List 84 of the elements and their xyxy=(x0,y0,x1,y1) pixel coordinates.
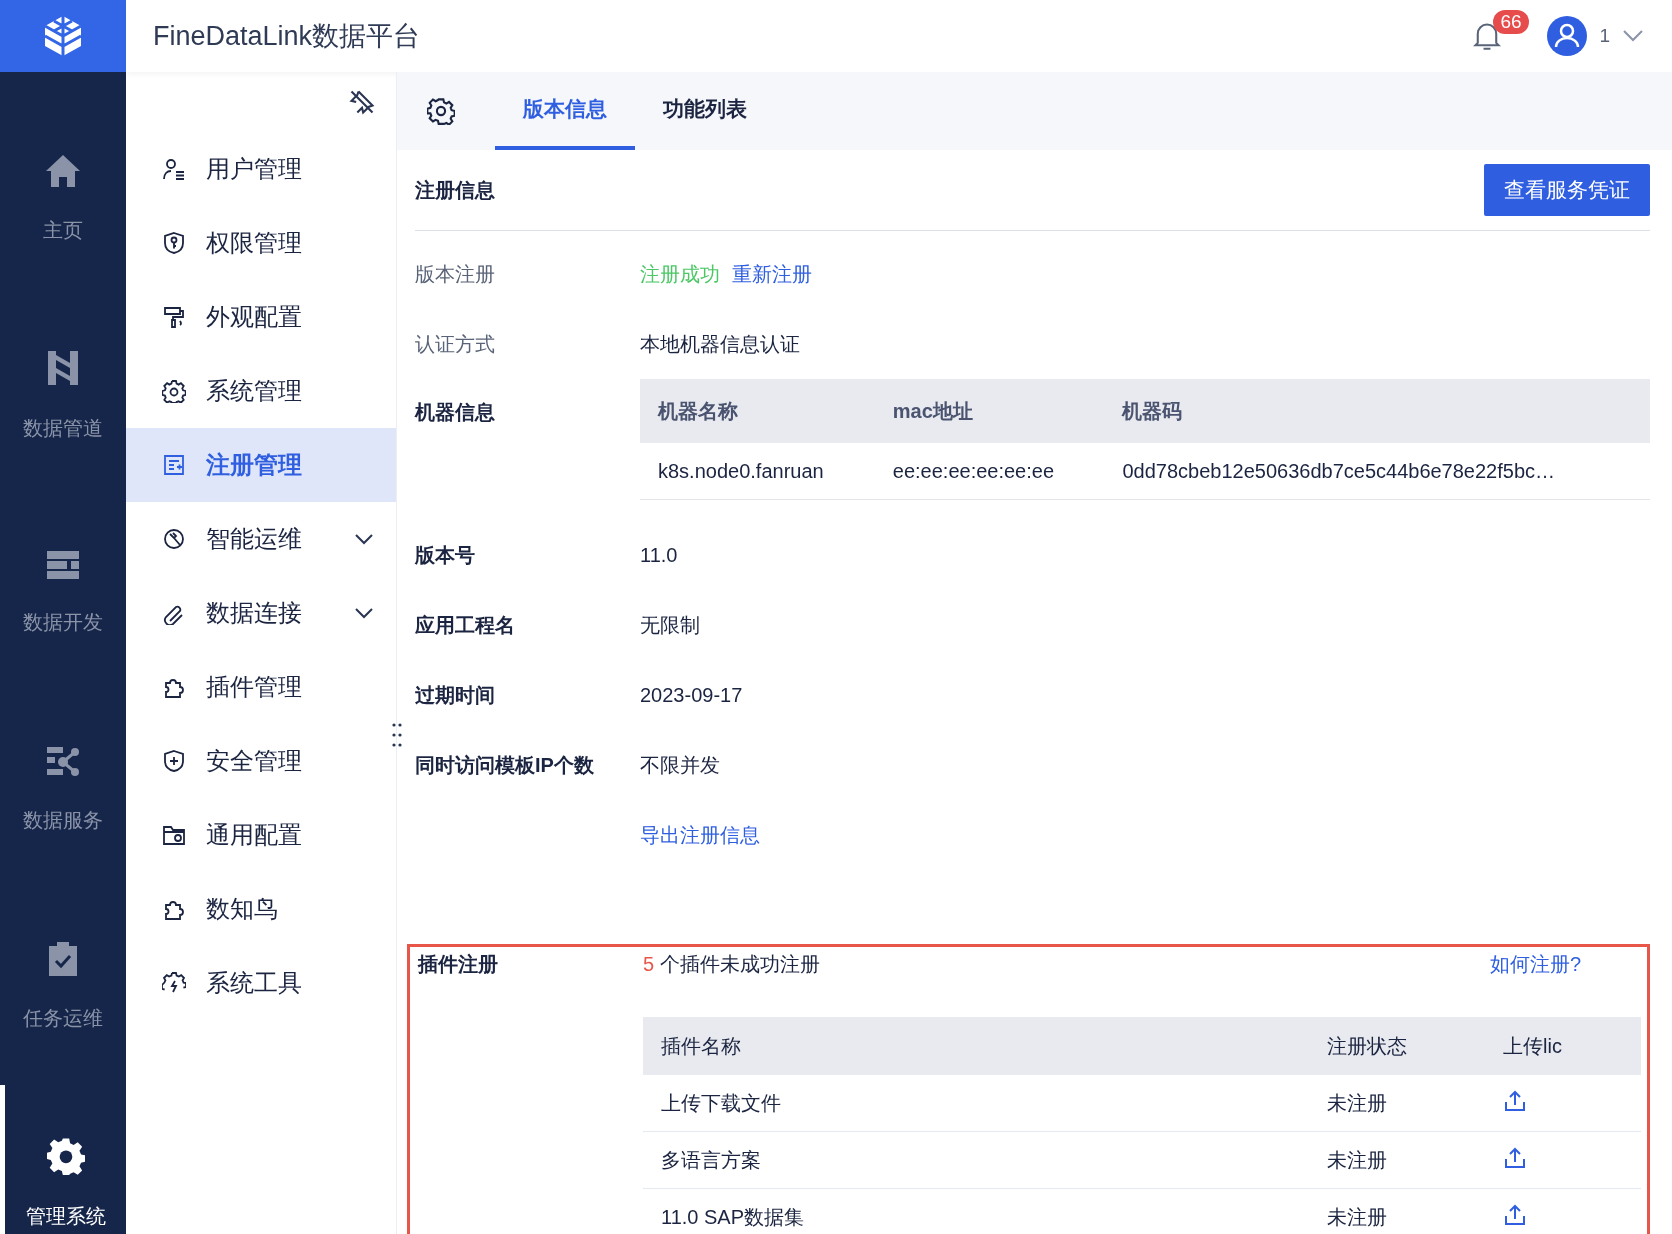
field-label: 认证方式 xyxy=(415,331,496,357)
field-value: 本地机器信息认证 xyxy=(640,331,800,357)
re-register-link[interactable]: 重新注册 xyxy=(732,260,812,288)
sidebar-item[interactable]: 注册管理 xyxy=(126,428,396,502)
nav-rail-item[interactable]: 数据服务 xyxy=(0,691,126,888)
table-cell: 未注册 xyxy=(1309,1188,1485,1234)
nav-rail-item[interactable]: 数据管道 xyxy=(0,297,126,494)
shield-plus-icon xyxy=(162,749,186,773)
nav-rail-item[interactable]: 数据开发 xyxy=(0,494,126,691)
drag-handle-icon[interactable] xyxy=(392,722,402,748)
sidebar-item[interactable]: 系统工具 xyxy=(126,946,396,1020)
nav-rail-item[interactable]: 任务运维 xyxy=(0,888,126,1085)
clipboard-check-icon xyxy=(47,941,79,977)
plugin-summary: 5 个插件未成功注册 xyxy=(643,952,821,977)
form-icon xyxy=(162,453,186,477)
column-header: mac地址 xyxy=(874,379,1105,443)
sidebar-item[interactable]: 智能运维 xyxy=(126,502,396,576)
wrench-icon xyxy=(162,527,186,551)
table-cell: k8s.node0.fanruan xyxy=(640,443,875,500)
field-label: 机器信息 xyxy=(415,400,496,425)
field-label: 插件注册 xyxy=(418,952,499,977)
settings-icon xyxy=(162,379,186,403)
network-icon xyxy=(45,745,81,779)
sidebar-item[interactable]: 插件管理 xyxy=(126,650,396,724)
gear-bolt-icon xyxy=(162,971,186,995)
field-value: 2023-09-17 xyxy=(640,683,743,707)
field-label: 应用工程名 xyxy=(415,612,516,638)
help-link[interactable]: 如何注册? xyxy=(1489,951,1581,978)
view-certificate-button[interactable]: 查看服务凭证 xyxy=(1484,164,1650,216)
settings-icon xyxy=(46,1137,85,1175)
tab[interactable]: 版本信息 xyxy=(495,72,635,150)
tab[interactable]: 功能列表 xyxy=(635,72,775,150)
notification-badge: 66 xyxy=(1493,10,1529,34)
home-icon xyxy=(44,153,82,189)
user-list-icon xyxy=(162,157,186,181)
chevron-down-icon[interactable] xyxy=(354,533,374,545)
table-cell: 未注册 xyxy=(1309,1075,1485,1132)
export-link[interactable]: 导出注册信息 xyxy=(640,821,760,849)
server-icon xyxy=(45,549,81,581)
upload-icon[interactable] xyxy=(1503,1202,1527,1227)
column-header: 插件名称 xyxy=(643,1017,1309,1075)
nav-rail-item[interactable]: 主页 xyxy=(0,100,126,297)
column-header: 机器码 xyxy=(1104,379,1650,443)
table-cell: 11.0 SAP数据集 xyxy=(643,1188,1309,1234)
sidebar-item[interactable]: 数据连接 xyxy=(126,576,396,650)
section-title: 注册信息 xyxy=(415,177,495,203)
table-cell: 多语言方案 xyxy=(643,1131,1309,1189)
paint-roller-icon xyxy=(162,305,186,329)
avatar-icon[interactable] xyxy=(1547,16,1588,56)
shield-key-icon xyxy=(162,231,186,255)
column-header: 注册状态 xyxy=(1309,1017,1485,1075)
folder-gear-icon xyxy=(162,823,186,847)
field-label: 过期时间 xyxy=(415,682,496,708)
sidebar-item[interactable]: 安全管理 xyxy=(126,724,396,798)
settings-icon[interactable] xyxy=(427,97,455,125)
table-cell: 未注册 xyxy=(1309,1131,1485,1189)
table-cell: ee:ee:ee:ee:ee:ee xyxy=(874,443,1105,500)
pipeline-icon xyxy=(46,349,80,387)
field-label: 版本号 xyxy=(415,542,476,568)
table-cell: 0dd78cbeb12e50636db7ce5c44b6e78e22f5bc… xyxy=(1104,443,1650,500)
nav-rail-item[interactable]: 管理系统 xyxy=(0,1085,126,1234)
app-title: FineDataLink数据平台 xyxy=(153,20,422,53)
field-value: 无限制 xyxy=(640,612,700,638)
chevron-down-icon[interactable] xyxy=(354,607,374,619)
sidebar-item[interactable]: 用户管理 xyxy=(126,132,396,206)
status-text: 注册成功 xyxy=(640,261,720,287)
field-label: 同时访问模板IP个数 xyxy=(415,752,595,778)
sidebar-item[interactable]: 系统管理 xyxy=(126,354,396,428)
bell-icon[interactable] xyxy=(1473,21,1502,51)
sidebar-item[interactable]: 外观配置 xyxy=(126,280,396,354)
sidebar-item[interactable]: 数知鸟 xyxy=(126,872,396,946)
field-value: 11.0 xyxy=(640,543,678,567)
column-header: 上传lic xyxy=(1485,1017,1641,1075)
field-value: 不限并发 xyxy=(640,752,720,778)
upload-icon[interactable] xyxy=(1503,1088,1527,1113)
sidebar-item[interactable]: 通用配置 xyxy=(126,798,396,872)
user-name[interactable]: 1 xyxy=(1599,25,1610,47)
field-label: 版本注册 xyxy=(415,261,496,287)
sidebar-item[interactable]: 权限管理 xyxy=(126,206,396,280)
logo-tile[interactable] xyxy=(0,0,126,72)
upload-icon[interactable] xyxy=(1503,1145,1527,1170)
table-cell: 上传下载文件 xyxy=(643,1075,1309,1132)
column-header: 机器名称 xyxy=(640,379,875,443)
unpin-icon[interactable] xyxy=(348,88,376,116)
